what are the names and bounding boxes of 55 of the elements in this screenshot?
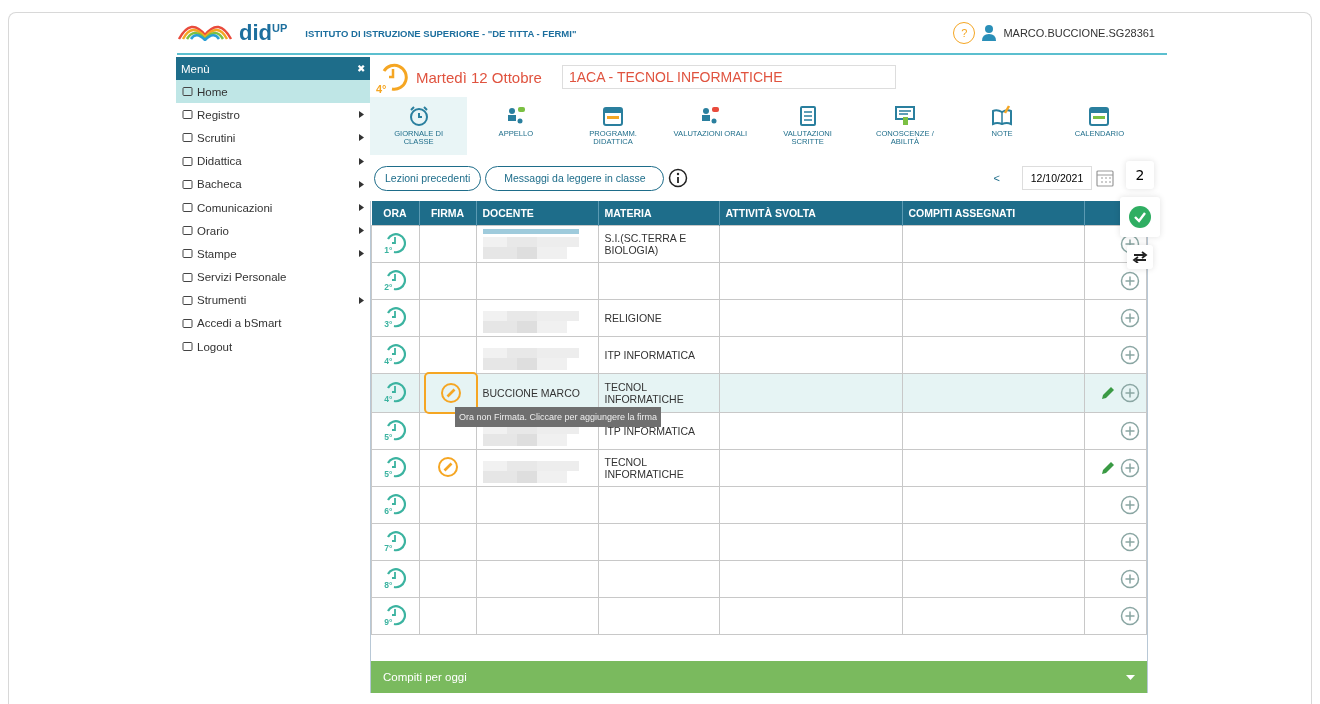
column-header: FIRMA	[419, 201, 476, 226]
school-name: ISTITUTO DI ISTRUZIONE SUPERIORE - "DE TITTA - FERMI"	[305, 27, 577, 39]
close-button[interactable]: ✖	[357, 63, 365, 74]
column-header: MATERIA	[598, 201, 719, 226]
table-row[interactable]: 4° ITP INFORMATICA	[371, 336, 1147, 374]
hour-label: 2°	[384, 282, 393, 292]
subject-name: ITP INFORMATICA	[604, 349, 696, 361]
count-badge[interactable]: 2	[1126, 161, 1154, 189]
hour-label: 1°	[384, 245, 393, 255]
previous-day-button[interactable]: <	[987, 171, 1006, 185]
menu-item[interactable]: Scrutini	[176, 126, 370, 150]
subject-name: TECNOL INFORMATICHE	[604, 456, 684, 480]
hour-label: 5°	[384, 432, 393, 442]
hour-label: 9°	[384, 617, 393, 627]
table-row[interactable]: 5° TECNOL INFORMATICHE	[371, 449, 1147, 487]
menu-item[interactable]: Bacheca	[176, 172, 370, 196]
menu-item[interactable]: Comunicazioni	[176, 195, 370, 220]
hour-label: 3°	[384, 319, 393, 329]
user-name[interactable]: MARCO.BUCCIONE.SG28361	[1003, 27, 1155, 39]
hour-label: 8°	[384, 580, 393, 590]
table-row[interactable]: 3° RELIGIONE	[371, 299, 1147, 337]
tooltip: Ora non Firmata. Cliccare per aggiungere la firma	[455, 407, 662, 427]
hour-label: 5°	[384, 469, 393, 479]
column-header: DOCENTE	[476, 201, 598, 226]
table-row[interactable]: 4° BUCCIONE MARCO TECNOL INFORMATICHE	[371, 373, 1147, 413]
menu-item[interactable]: Accedi a bSmart	[176, 311, 370, 336]
date-field[interactable]: 12/10/2021	[1022, 166, 1092, 190]
hour-label: 4°	[384, 394, 393, 404]
menu-item[interactable]: Didattica	[176, 149, 370, 173]
menu-item[interactable]: Servizi Personale	[176, 265, 370, 289]
hour-label: 6°	[384, 506, 393, 516]
menu-item[interactable]: Strumenti	[176, 288, 370, 312]
action-button[interactable]: Lezioni precedenti	[374, 165, 482, 191]
column-header: ATTIVITÀ SVOLTA	[719, 201, 902, 226]
menu-item[interactable]: Registro	[176, 103, 370, 127]
menu-item[interactable]: Logout	[176, 335, 370, 359]
menu-item[interactable]: Orario	[176, 219, 370, 243]
subject-name: S.I.(SC.TERRA E BIOLOGIA)	[604, 232, 687, 256]
app-logo: did$^{UP}$	[239, 20, 288, 46]
lesson-date: Martedì 12 Ottobre	[416, 68, 542, 86]
class-field[interactable]: 1ACA - TECNOL INFORMATICHE	[561, 65, 896, 89]
hour-label: 4°	[384, 356, 393, 366]
teacher-name: BUCCIONE MARCO	[482, 387, 580, 399]
menu-title: Menù	[181, 62, 210, 75]
action-button[interactable]: Messaggi da leggere in classe	[485, 165, 665, 191]
column-header: ORA	[371, 201, 419, 226]
subject-name: RELIGIONE	[604, 312, 662, 324]
subject-name: TECNOL INFORMATICHE	[604, 381, 684, 405]
table-row[interactable]: 1° S.I.(SC.TERRA E BIOLOGIA)	[371, 225, 1147, 263]
menu-item[interactable]: Stampe	[176, 242, 370, 266]
column-header: COMPITI ASSEGNATI	[902, 201, 1084, 226]
hour-label: 4°	[376, 83, 387, 95]
hour-label: 7°	[384, 543, 393, 553]
subject-name: ITP INFORMATICA	[604, 425, 696, 437]
menu-item[interactable]: Home	[176, 80, 370, 104]
